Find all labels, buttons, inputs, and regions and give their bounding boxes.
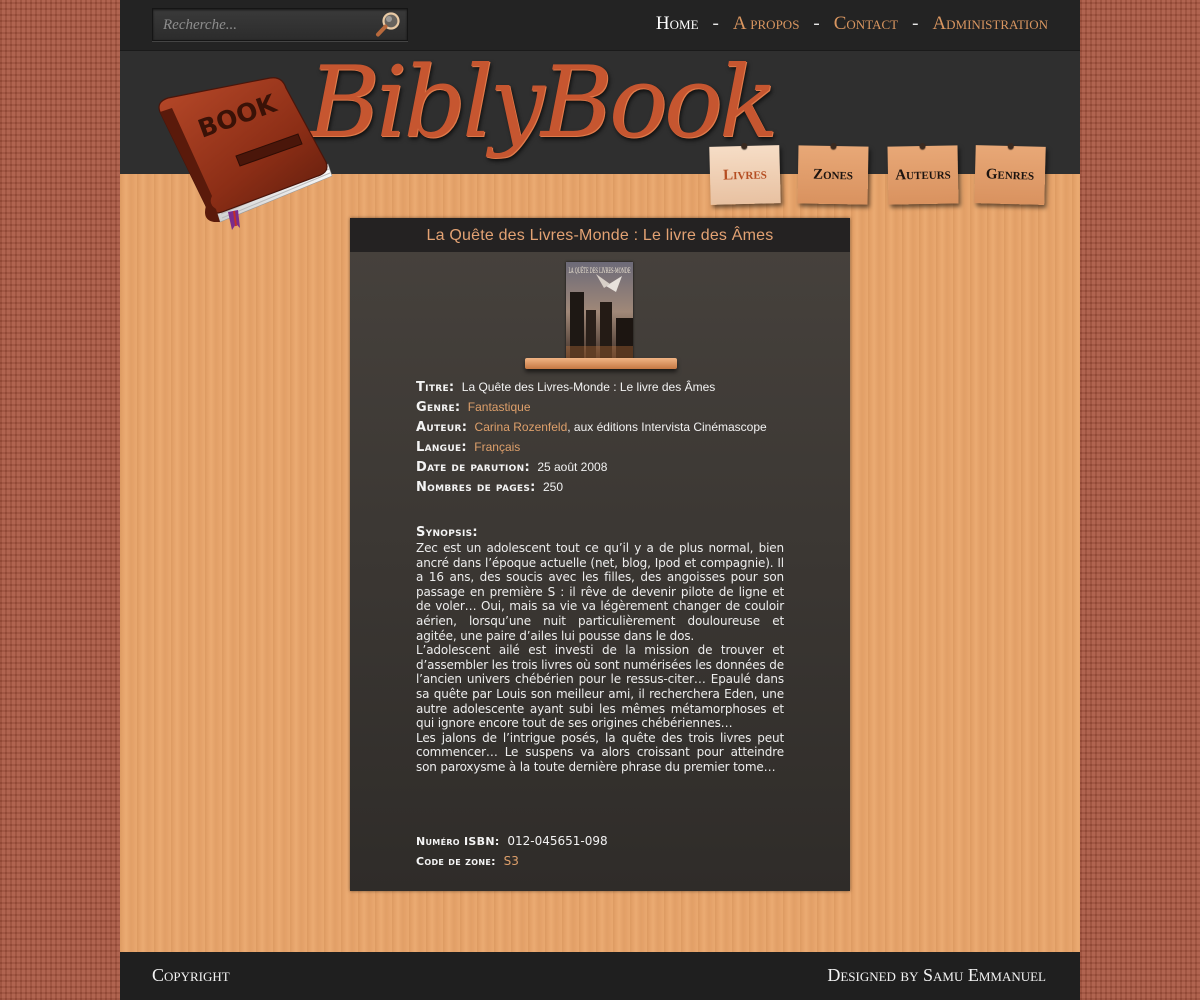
info-row-isbn: Numéro ISBN: 012-045651-098 (416, 834, 784, 854)
top-navigation: Home - A propos - Contact - Administrati… (656, 12, 1048, 36)
book-icon[interactable]: BOOK (150, 72, 340, 232)
book-title-bar: La Quête des Livres-Monde : Le livre des… (350, 218, 850, 252)
pages-label: Nombres de pages: (416, 480, 536, 495)
search-input[interactable] (161, 13, 375, 37)
pin-icon (919, 142, 926, 150)
editeur-text: , aux éditions Intervista Cinémascope (567, 420, 767, 434)
book-detail-panel: La Quête des Livres-Monde : Le livre des… (350, 218, 850, 891)
nav-separator: - (813, 13, 820, 34)
langue-label: Langue: (416, 440, 467, 455)
book-meta: Numéro ISBN: 012-045651-098 Code de zone… (416, 834, 784, 874)
isbn-label: Numéro ISBN: (416, 835, 500, 848)
synopsis-paragraph: L’adolescent ailé est investi de la miss… (416, 643, 784, 731)
search-button[interactable] (375, 11, 403, 38)
genre-label: Genre: (416, 400, 461, 415)
nav-administration-link[interactable]: Administration (932, 13, 1048, 35)
page: Home - A propos - Contact - Administrati… (120, 0, 1080, 1000)
book-cover-image[interactable]: LA QUÊTE DES LIVRES-MONDE (566, 262, 633, 362)
auteur-label: Auteur: (416, 420, 468, 435)
info-row-titre: Titre: La Quête des Livres-Monde : Le li… (416, 380, 784, 400)
synopsis-text: Zec est un adolescent tout ce qu’il y a … (416, 541, 784, 775)
synopsis-heading: Synopsis: (416, 525, 784, 541)
synopsis-paragraph: Zec est un adolescent tout ce qu’il y a … (416, 541, 784, 643)
titre-value: La Quête des Livres-Monde : Le livre des… (461, 380, 716, 394)
tab-label: Auteurs (895, 166, 951, 183)
info-row-genre: Genre: Fantastique (416, 400, 784, 420)
isbn-value: 012-045651-098 (507, 834, 608, 848)
tab-label: Genres (985, 165, 1035, 184)
site-logo-title[interactable]: BiblyBook (308, 38, 778, 178)
tab-auteurs[interactable]: Auteurs (887, 142, 959, 205)
zone-label: Code de zone: (416, 855, 496, 868)
genre-link[interactable]: Fantastique (468, 400, 531, 414)
copyright-text: Copyright (152, 965, 230, 985)
synopsis-label: Synopsis: (416, 525, 478, 540)
langue-link[interactable]: Français (474, 440, 520, 454)
info-row-date: Date de parution: 25 août 2008 (416, 460, 784, 480)
zone-link[interactable]: S3 (504, 854, 519, 868)
book-info: Titre: La Quête des Livres-Monde : Le li… (416, 380, 784, 775)
auteur-link[interactable]: Carina Rozenfeld (475, 420, 568, 434)
tab-label: Zones (812, 166, 854, 183)
info-row-zone: Code de zone: S3 (416, 854, 784, 874)
pin-icon (830, 142, 837, 150)
bookshelf (525, 358, 677, 369)
tab-zones[interactable]: Zones (797, 142, 869, 205)
info-row-pages: Nombres de pages: 250 (416, 480, 784, 500)
nav-home-link[interactable]: Home (656, 13, 699, 35)
search-box (152, 8, 408, 41)
nav-separator: - (912, 13, 919, 34)
pages-value: 250 (542, 480, 564, 494)
footer: Copyright Designed by Samu Emmanuel (120, 952, 1080, 1000)
designer-credit: Designed by Samu Emmanuel (827, 965, 1046, 985)
titre-label: Titre: (416, 380, 455, 395)
nav-a-propos-link[interactable]: A propos (733, 13, 800, 35)
tab-livres[interactable]: Livres (709, 142, 781, 205)
magnifier-icon (376, 12, 400, 37)
date-label: Date de parution: (416, 460, 530, 475)
category-tabs: Livres Zones Auteurs Genres (709, 142, 1050, 210)
nav-contact-link[interactable]: Contact (834, 13, 898, 35)
tab-genres[interactable]: Genres (974, 142, 1046, 205)
pin-icon (741, 142, 748, 150)
nav-separator: - (712, 13, 719, 34)
tab-label: Livres (722, 165, 768, 184)
date-value: 25 août 2008 (537, 460, 608, 474)
info-row-langue: Langue: Français (416, 440, 784, 460)
info-row-auteur: Auteur: Carina Rozenfeld, aux éditions I… (416, 420, 784, 440)
pin-icon (1007, 142, 1014, 150)
synopsis-paragraph: Les jalons de l’intrigue posés, la quête… (416, 730, 784, 774)
svg-text:LA QUÊTE DES LIVRES-MONDE: LA QUÊTE DES LIVRES-MONDE (569, 266, 631, 275)
